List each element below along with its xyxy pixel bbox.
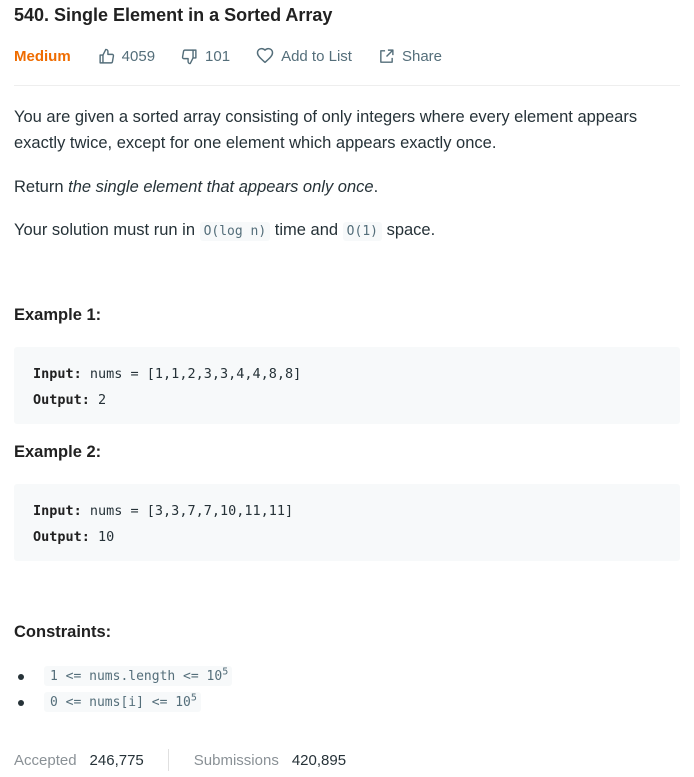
example-1-output-label: Output: — [33, 392, 90, 408]
example-2-heading: Example 2: — [14, 443, 102, 461]
time-complexity-code: O(log n) — [199, 222, 271, 241]
share-button[interactable]: Share — [378, 48, 442, 65]
dislike-count: 101 — [205, 47, 231, 65]
heart-icon — [256, 47, 274, 64]
dislike-button[interactable]: 101 — [181, 48, 230, 65]
stats-divider — [167, 749, 169, 771]
submissions-label: Submissions — [193, 751, 279, 769]
thumbs-up-icon — [99, 48, 114, 64]
constraint-2-code: 0 <= nums[i] <= 105 — [44, 692, 201, 712]
constraints-heading: Constraints: — [14, 623, 112, 641]
thumbs-down-icon — [181, 48, 197, 64]
complexity-text-a: Your solution must run in — [14, 221, 200, 239]
constraint-2-text: 0 <= nums[i] <= 10 — [50, 695, 191, 710]
description-paragraph: You are given a sorted array consisting … — [14, 108, 638, 152]
return-prefix: Return — [14, 178, 69, 196]
example-1-block: Input: nums = [1,1,2,3,3,4,4,8,8] Output… — [14, 347, 680, 424]
constraint-1-code: 1 <= nums.length <= 105 — [44, 666, 233, 686]
space-complexity-code: O(1) — [342, 222, 382, 241]
example-2-output-value: 10 — [89, 529, 115, 545]
constraint-1-text: 1 <= nums.length <= 10 — [50, 669, 223, 684]
example-1-input-label: Input: — [33, 366, 82, 382]
example-1-input-value: nums = [1,1,2,3,3,4,4,8,8] — [81, 366, 302, 382]
like-button[interactable]: 4059 — [98, 48, 155, 65]
add-to-list-label: Add to List — [281, 47, 352, 65]
example-1-output-value: 2 — [89, 392, 107, 408]
return-suffix: . — [373, 178, 379, 196]
constraint-item: 0 <= nums[i] <= 105 — [18, 692, 201, 712]
problem-title: 540. Single Element in a Sorted Array — [14, 5, 333, 25]
share-label: Share — [401, 47, 442, 65]
complexity-text-c: space. — [381, 221, 436, 239]
problem-meta-bar: Medium 4059 101 Add to List Share — [14, 44, 468, 68]
complexity-requirement: Your solution must run in O(log n) time … — [14, 217, 684, 245]
return-emphasis: the single element that appears only onc… — [68, 178, 374, 196]
example-2-input-value: nums = [3,3,7,7,10,11,11] — [81, 503, 294, 519]
example-1-heading: Example 1: — [14, 306, 102, 324]
complexity-text-b: time and — [270, 221, 343, 239]
add-to-list-button[interactable]: Add to List — [256, 47, 352, 65]
example-2-output-label: Output: — [33, 529, 90, 545]
constraint-item: 1 <= nums.length <= 105 — [17, 666, 233, 686]
share-icon — [380, 48, 394, 63]
example-2-block: Input: nums = [3,3,7,7,10,11,11] Output:… — [14, 484, 680, 561]
constraint-1-exponent: 5 — [222, 666, 229, 678]
difficulty-badge: Medium — [14, 47, 71, 65]
constraint-2-exponent: 5 — [190, 692, 197, 704]
example-2-input-label: Input: — [33, 503, 82, 519]
header-divider — [14, 85, 680, 86]
like-count: 4059 — [121, 47, 156, 65]
return-statement: Return the single element that appears o… — [14, 174, 684, 200]
submission-stats: Accepted 246,775 Submissions 420,895 — [14, 749, 346, 771]
accepted-value: 246,775 — [89, 751, 144, 769]
accepted-label: Accepted — [14, 751, 77, 769]
submissions-value: 420,895 — [291, 751, 347, 769]
